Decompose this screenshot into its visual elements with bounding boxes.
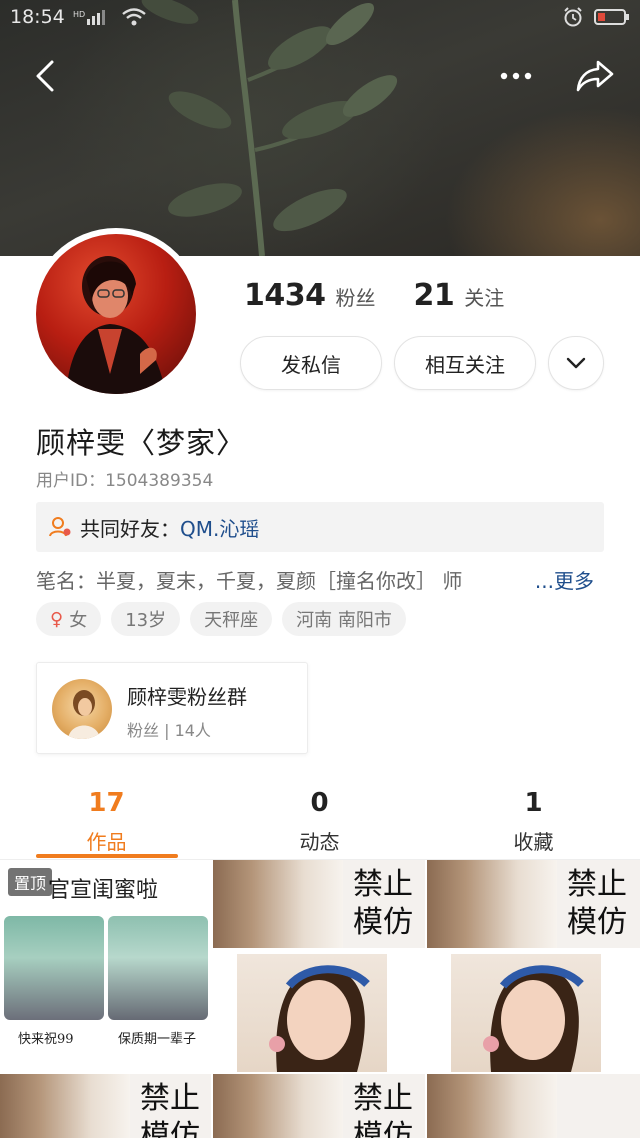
post-image-top: 禁止 模仿	[213, 1074, 425, 1138]
profile-tags: ♀ 女 13岁 天秤座 河南 南阳市	[36, 602, 406, 636]
battery-icon	[594, 9, 629, 25]
post-photo-girl	[451, 954, 601, 1072]
wifi-icon	[122, 8, 146, 26]
post-overlay-text: 禁止 模仿	[140, 1080, 200, 1138]
post-caption-right: 保质期一辈子	[118, 1032, 197, 1047]
tab-activity-count: 0	[310, 788, 329, 818]
common-friend-name[interactable]: QM.沁瑶	[180, 513, 259, 542]
content-tabs: 17 作品 0 动态 1 收藏	[0, 784, 640, 860]
post-overlay-text: 禁止 模仿	[353, 866, 413, 942]
fans-count[interactable]: 1434	[244, 278, 326, 313]
share-icon[interactable]	[574, 56, 616, 96]
tab-works[interactable]: 17 作品	[0, 784, 213, 860]
svg-text:HD: HD	[73, 10, 85, 19]
more-horizontal-icon[interactable]	[496, 62, 536, 90]
friends-icon	[49, 517, 71, 537]
user-id: 用户ID：1504389354	[36, 471, 214, 491]
avatar-frame	[30, 228, 202, 400]
tab-activity[interactable]: 0 动态	[213, 784, 426, 860]
location-tag: 河南 南阳市	[282, 602, 406, 636]
status-bar: 18:54 HD	[0, 0, 640, 34]
post-overlay-line1: 禁止	[567, 867, 627, 902]
post-photo-boy	[0, 1074, 130, 1138]
post-image-top: 禁止 模仿	[213, 860, 425, 948]
chevron-down-icon	[566, 357, 586, 369]
post-overlay-line2: 模仿	[140, 1119, 200, 1138]
alarm-icon	[564, 7, 582, 27]
avatar-portrait-image	[66, 256, 166, 394]
pinned-badge: 置顶	[8, 868, 53, 896]
profile-banner: 18:54 HD	[0, 0, 640, 256]
status-time: 18:54	[10, 6, 65, 28]
post-overlay-text: 禁止 模仿	[353, 1080, 413, 1138]
fan-group-avatar-image	[68, 690, 100, 739]
fan-group-card[interactable]: 顾梓雯粉丝群 粉丝 | 14人	[36, 662, 308, 754]
following-count[interactable]: 21	[414, 278, 455, 313]
post-thumbnail[interactable]: 禁止 模仿	[213, 860, 425, 1072]
fans-label[interactable]: 粉丝	[336, 282, 376, 311]
expand-dropdown-button[interactable]	[548, 336, 604, 390]
tab-works-count: 17	[88, 788, 125, 818]
post-overlay-line2: 模仿	[353, 1119, 413, 1138]
chevron-left-icon[interactable]	[30, 58, 62, 94]
post-overlay-line2: 模仿	[567, 905, 627, 940]
post-photo-boy	[427, 860, 557, 948]
follow-stats: 1434 粉丝 21 关注	[244, 278, 542, 313]
post-overlay-line2: 模仿	[353, 905, 413, 940]
banner-plant-illustration	[141, 0, 398, 256]
post-thumbnail[interactable]: 禁止 模仿	[213, 1074, 425, 1138]
mutual-follow-button[interactable]: 相互关注	[394, 336, 536, 390]
post-photo-left	[4, 916, 104, 1020]
tab-works-label: 作品	[86, 830, 127, 854]
common-friends-bar[interactable]: 共同好友： QM.沁瑶	[36, 502, 604, 552]
post-thumbnail[interactable]: 禁止 模仿	[427, 860, 640, 1072]
post-overlay-text: 禁止 模仿	[567, 866, 627, 942]
fan-group-subtitle: 粉丝 | 14人	[127, 721, 211, 740]
avatar[interactable]	[36, 234, 196, 394]
post-image-top	[427, 1074, 640, 1138]
top-navigation	[0, 52, 640, 100]
female-icon: ♀	[50, 608, 64, 630]
post-photo-boy	[213, 860, 343, 948]
profile-name: 顾梓雯〈梦家〉	[36, 426, 247, 460]
zodiac-tag: 天秤座	[190, 602, 273, 636]
post-caption-left: 快来祝99	[18, 1032, 74, 1047]
gender-label: 女	[69, 610, 88, 631]
post-photo-girl-illustration	[483, 965, 584, 1072]
post-photo-boy	[213, 1074, 343, 1138]
tab-favorites[interactable]: 1 收藏	[427, 784, 640, 860]
profile-bio: 笔名：半夏，夏末，千夏，夏颜［撞名你改］ 师 ...更多	[36, 565, 604, 594]
cell-signal-icon: HD	[73, 10, 105, 25]
post-overlay-line1: 禁止	[353, 867, 413, 902]
post-thumbnail[interactable]: 禁止 模仿	[0, 1074, 211, 1138]
fan-group-title: 顾梓雯粉丝群	[127, 685, 247, 709]
post-photo-girl	[237, 954, 387, 1072]
age-tag: 13岁	[111, 602, 181, 636]
post-image-top: 禁止 模仿	[427, 860, 640, 948]
post-thumbnail[interactable]: 官宣闺蜜啦 快来祝99 保质期一辈子 置顶	[0, 860, 211, 1072]
fan-group-avatar	[52, 679, 112, 739]
post-photo-girl-illustration	[269, 965, 370, 1072]
gender-tag: ♀ 女	[36, 602, 102, 636]
post-overlay-line1: 禁止	[353, 1081, 413, 1116]
active-tab-indicator	[36, 854, 178, 858]
tab-favorites-label: 收藏	[513, 830, 554, 854]
post-overlay-line1: 禁止	[140, 1081, 200, 1116]
post-title-handwritten: 官宣闺蜜啦	[48, 878, 159, 903]
tab-favorites-count: 1	[524, 788, 543, 818]
post-image-top: 禁止 模仿	[0, 1074, 211, 1138]
bio-more-link[interactable]: ...更多	[532, 565, 594, 594]
common-friends-label: 共同好友：	[80, 516, 180, 541]
send-message-button[interactable]: 发私信	[240, 336, 382, 390]
works-grid: 官宣闺蜜啦 快来祝99 保质期一辈子 置顶 禁止 模仿 禁止 模仿 禁止 模仿 …	[0, 860, 640, 1138]
post-photo-boy	[427, 1074, 557, 1138]
post-thumbnail[interactable]	[427, 1074, 640, 1138]
tab-activity-label: 动态	[299, 830, 340, 854]
following-label[interactable]: 关注	[464, 282, 504, 311]
post-photo-right	[108, 916, 208, 1020]
bio-text: 笔名：半夏，夏末，千夏，夏颜［撞名你改］ 师	[36, 569, 463, 593]
